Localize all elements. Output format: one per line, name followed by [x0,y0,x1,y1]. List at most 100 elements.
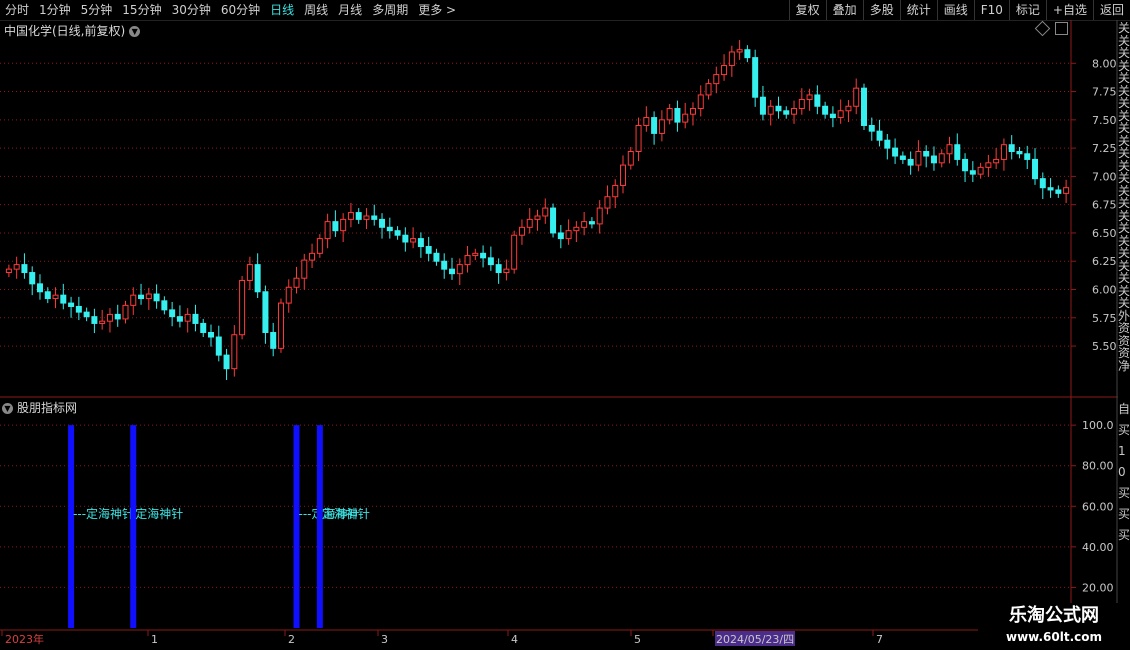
candle-body[interactable] [223,354,230,370]
candle-body[interactable] [1055,189,1062,194]
candle-body[interactable] [689,108,696,115]
candle-body[interactable] [806,94,813,100]
signal-bar[interactable] [68,425,75,628]
candle-body[interactable] [122,304,129,320]
candle-body[interactable] [106,313,113,322]
candle-body[interactable] [114,313,121,320]
candle-body[interactable] [60,294,67,304]
candle-body[interactable] [1063,187,1070,194]
candle-body[interactable] [464,255,471,266]
candle-body[interactable] [1032,158,1039,180]
candle-body[interactable] [68,302,75,307]
candle-body[interactable] [783,110,790,115]
candle-body[interactable] [759,96,766,115]
candle-body[interactable] [285,286,292,304]
candle-body[interactable] [985,162,992,168]
candle-body[interactable] [145,293,152,300]
candle-body[interactable] [775,105,782,112]
candle-body[interactable] [21,264,28,274]
candle-body[interactable] [798,98,805,110]
candle-body[interactable] [386,226,393,232]
candle-body[interactable] [946,144,953,155]
candle-body[interactable] [293,277,300,288]
candle-body[interactable] [277,302,284,349]
candle-body[interactable] [75,305,82,313]
candle-body[interactable] [853,87,860,107]
candle-body[interactable] [456,264,463,275]
candle-body[interactable] [581,221,588,228]
candle-body[interactable] [36,283,43,293]
candle-body[interactable] [324,221,331,240]
candle-body[interactable] [658,119,665,134]
candle-body[interactable] [697,94,704,110]
candle-body[interactable] [666,108,673,121]
candle-body[interactable] [612,184,619,198]
candle-body[interactable] [1039,178,1046,189]
candle-body[interactable] [1016,151,1023,155]
candle-body[interactable] [705,83,712,96]
candle-body[interactable] [1008,144,1015,153]
candle-body[interactable] [425,246,432,254]
candle-body[interactable] [1047,187,1054,191]
candle-body[interactable] [402,234,409,243]
candle-body[interactable] [410,238,417,243]
candle-body[interactable] [99,320,106,324]
candle-body[interactable] [254,264,261,293]
candle-body[interactable] [620,164,627,186]
candle-body[interactable] [876,130,883,141]
signal-bar[interactable] [130,425,137,628]
candle-body[interactable] [542,207,549,217]
candle-body[interactable] [161,300,168,311]
candle-body[interactable] [495,264,502,274]
candle-body[interactable] [534,215,541,220]
candle-body[interactable] [433,252,440,262]
candle-body[interactable] [309,252,316,261]
candle-body[interactable] [503,268,510,274]
candle-body[interactable] [1000,144,1007,160]
candle-body[interactable] [915,151,922,166]
candle-body[interactable] [29,272,36,285]
candle-body[interactable] [791,108,798,115]
candle-body[interactable] [651,117,658,134]
candle-body[interactable] [231,334,238,370]
candle-body[interactable] [845,105,852,112]
candle-body[interactable] [930,155,937,164]
candle-body[interactable] [448,268,455,275]
candle-body[interactable] [627,151,634,166]
candle-body[interactable] [262,291,269,333]
candle-body[interactable] [316,238,323,254]
candle-body[interactable] [239,279,246,336]
candle-body[interactable] [899,155,906,160]
candle-body[interactable] [363,215,370,220]
candle-body[interactable] [744,49,751,59]
candle-body[interactable] [215,336,222,356]
kline-chart[interactable]: 8.00 7.75 7.50 7.25 7.00 6.75 6.50 6.25 6.00 5.75… [0,0,1130,650]
candle-body[interactable] [487,257,494,266]
candle-body[interactable] [977,166,984,175]
candle-body[interactable] [347,212,354,220]
candle-body[interactable] [379,218,386,228]
candle-body[interactable] [208,331,215,338]
candle-body[interactable] [923,151,930,157]
candle-body[interactable] [837,110,844,119]
candle-body[interactable] [472,252,479,257]
candle-body[interactable] [138,294,145,300]
candle-body[interactable] [371,215,378,220]
candle-body[interactable] [394,230,401,236]
candle-body[interactable] [674,108,681,123]
candle-body[interactable] [822,105,829,115]
candle-body[interactable] [829,113,836,119]
candle-body[interactable] [728,51,735,67]
candle-body[interactable] [192,313,199,324]
candle-body[interactable] [573,226,580,232]
candle-body[interactable] [860,87,867,126]
candle-body[interactable] [44,291,51,300]
candle-body[interactable] [518,226,525,236]
candle-body[interactable] [200,322,207,333]
candle-body[interactable] [184,313,191,322]
candle-body[interactable] [83,311,90,318]
candle-body[interactable] [954,144,961,160]
candle-body[interactable] [736,49,743,53]
candle-body[interactable] [682,113,689,123]
candle-body[interactable] [169,309,176,318]
